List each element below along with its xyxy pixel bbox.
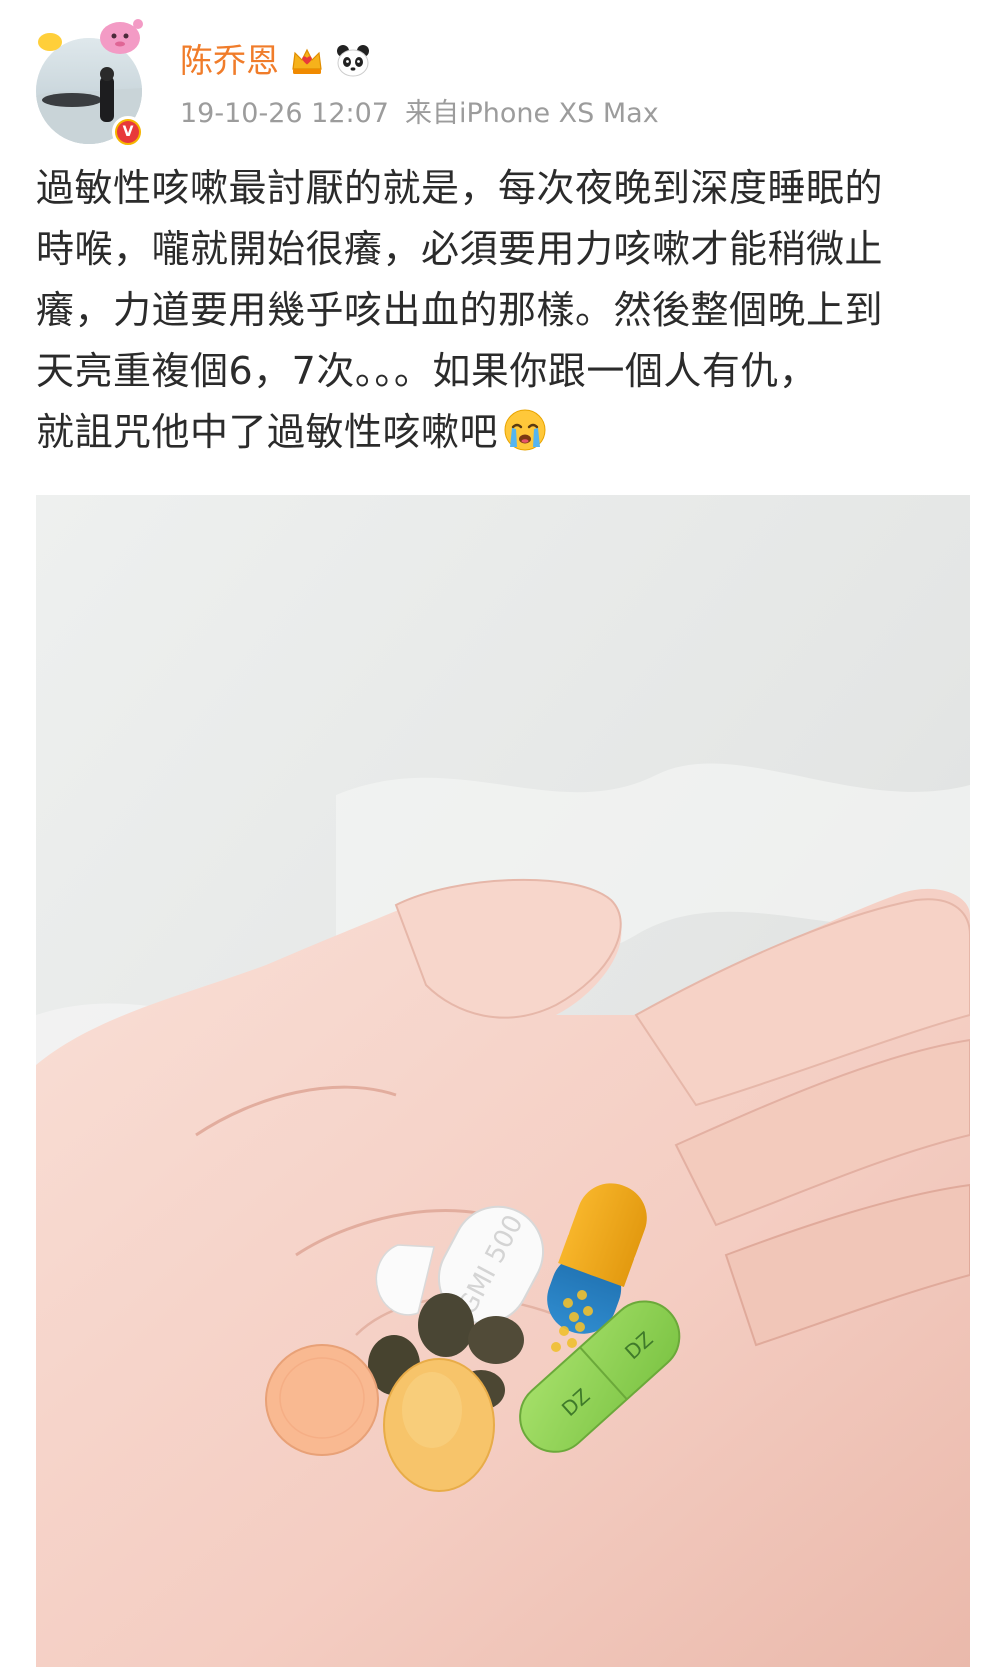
avatar-pendant-icon [38,19,143,54]
post-time: 19-10-26 12:07 [180,98,389,129]
author-avatar-container[interactable]: V [36,16,148,148]
post-text-line: 就詛咒他中了過敏性咳嗽吧 [36,410,499,454]
author-row: 陈乔恩 [180,36,371,86]
post-text-line: 過敏性咳嗽最討厭的就是，每次夜晚到深度睡眠的 [36,166,884,210]
post-text-line: 時喉，嚨就開始很癢，必須要用力咳嗽才能稍微止 [36,227,884,271]
post-source: 来自iPhone XS Max [404,98,659,129]
crying-face-icon [504,409,546,451]
post-text-line: 天亮重複個6，7次。。。如果你跟一個人有仇， [36,349,818,393]
vip-crown-icon[interactable] [289,43,325,79]
post-header: V 陈乔恩 19-10-26 12:07 来自iPhone XS Max [0,0,1000,148]
post-text-line: 癢，力道要用幾乎咳出血的那樣。然後整個晚上到 [36,288,884,332]
verified-badge-label: V [117,121,139,143]
panda-icon[interactable] [335,43,371,79]
author-name[interactable]: 陈乔恩 [180,36,279,86]
verified-badge: V [112,116,144,148]
post-image[interactable]: GMI 500 DZ DZ [36,495,970,1667]
post-meta: 19-10-26 12:07 来自iPhone XS Max [180,94,659,134]
post-text: 過敏性咳嗽最討厭的就是，每次夜晚到深度睡眠的 時喉，嚨就開始很癢，必須要用力咳嗽… [36,158,966,463]
hand-holding-pills-photo: GMI 500 DZ DZ [36,495,970,1667]
post-text-line-last: 就詛咒他中了過敏性咳嗽吧 [36,402,966,463]
